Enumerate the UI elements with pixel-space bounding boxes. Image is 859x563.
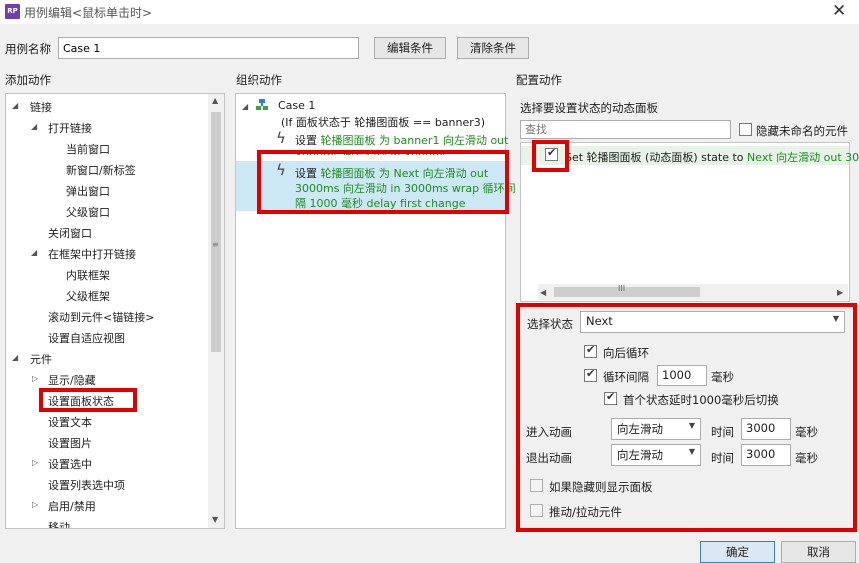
case-name-input[interactable] [58,37,359,59]
expand-icon[interactable]: ▷ [32,374,38,383]
panel-search-input[interactable] [520,120,731,139]
tree-item[interactable]: 移动 [48,519,70,528]
expand-icon[interactable]: ▷ [32,458,38,467]
cancel-button[interactable]: 取消 [781,541,856,563]
panel-row-text[interactable]: Set 轮播图面板 (动态面板) state to Next 向左滑动 out … [565,149,859,165]
scroll-right-icon[interactable]: ▶ [837,288,843,297]
window-title: 用例编辑<鼠标单击时> [24,6,153,20]
action-item[interactable]: 设置 轮播图面板 为 banner1 向左滑动 out [295,132,508,148]
scroll-left-icon[interactable]: ◀ [540,288,546,297]
highlight-box [516,303,857,532]
select-panel-title: 选择要设置状态的动态面板 [520,101,658,115]
collapse-icon[interactable]: ◢ [31,122,37,131]
tree-item[interactable]: 设置自适应视图 [48,330,125,346]
collapse-icon[interactable]: ◢ [12,101,18,110]
scroll-thumb[interactable]: ≡ [211,112,221,352]
case-tree-icon [256,99,268,110]
add-actions-title: 添加动作 [5,73,51,87]
collapse-icon[interactable]: ◢ [31,248,37,257]
tree-item[interactable]: 滚动到元件<锚链接> [48,309,154,325]
tree-item[interactable]: 显示/隐藏 [48,372,96,388]
collapse-icon[interactable]: ◢ [12,353,18,362]
tree-item[interactable]: 在框架中打开链接 [48,246,136,262]
close-icon[interactable]: ✕ [832,1,846,21]
panel-list-hscrollbar[interactable]: ◀ III ▶ [538,284,848,300]
tree-item[interactable]: 设置列表选中项 [48,477,125,493]
scroll-down-icon[interactable]: ▼ [212,515,218,524]
hide-unnamed-checkbox[interactable] [739,123,752,136]
scroll-thumb[interactable]: III [554,284,700,297]
configure-actions-title: 配置动作 [516,73,562,87]
clear-condition-button[interactable]: 清除条件 [457,37,529,59]
expand-icon[interactable]: ▷ [32,500,38,509]
tree-item[interactable]: 当前窗口 [66,141,110,157]
highlight-box [39,388,137,412]
tree-item[interactable]: 元件 [30,351,52,367]
case-name-label: 用例名称 [5,42,51,56]
highlight-box [532,140,569,172]
tree-item[interactable]: 设置选中 [48,456,92,472]
tree-item[interactable]: 父级窗口 [66,204,110,220]
scroll-up-icon[interactable]: ▲ [212,96,218,105]
ok-button[interactable]: 确定 [700,541,775,563]
organize-actions-title: 组织动作 [236,73,282,87]
tree-item[interactable]: 父级框架 [66,288,110,304]
tree-item[interactable]: 关闭窗口 [48,225,92,241]
highlight-box [257,150,509,214]
tree-item[interactable]: 设置文本 [48,414,92,430]
tree-item[interactable]: 新窗口/新标签 [66,162,136,178]
add-actions-tree: ▲ ≡ ▼ ◢ 链接 ◢ 打开链接 当前窗口 新窗口/新标签 弹出窗口 父级窗口… [5,93,225,529]
case-condition: (If 面板状态于 轮播图面板 == banner3) [281,116,486,129]
tree-item[interactable]: 链接 [30,99,52,115]
tree-item[interactable]: 设置图片 [48,435,92,451]
panel-list: Set 轮播图面板 (动态面板) state to Next 向左滑动 out … [520,142,859,302]
edit-condition-button[interactable]: 编辑条件 [374,37,446,59]
case-label[interactable]: Case 1 [278,99,315,112]
tree-item[interactable]: 弹出窗口 [66,183,110,199]
collapse-icon[interactable]: ◢ [242,102,248,111]
add-actions-scrollbar[interactable]: ▲ ≡ ▼ [208,94,224,528]
app-logo-icon: RP [5,4,20,19]
tree-item[interactable]: 内联框架 [66,267,110,283]
tree-item[interactable]: 启用/禁用 [48,498,96,514]
tree-item[interactable]: 打开链接 [48,120,92,136]
hide-unnamed-label: 隐藏未命名的元件 [756,124,848,138]
scroll-grip: III [618,284,626,293]
lightning-icon: ϟ [276,129,286,147]
